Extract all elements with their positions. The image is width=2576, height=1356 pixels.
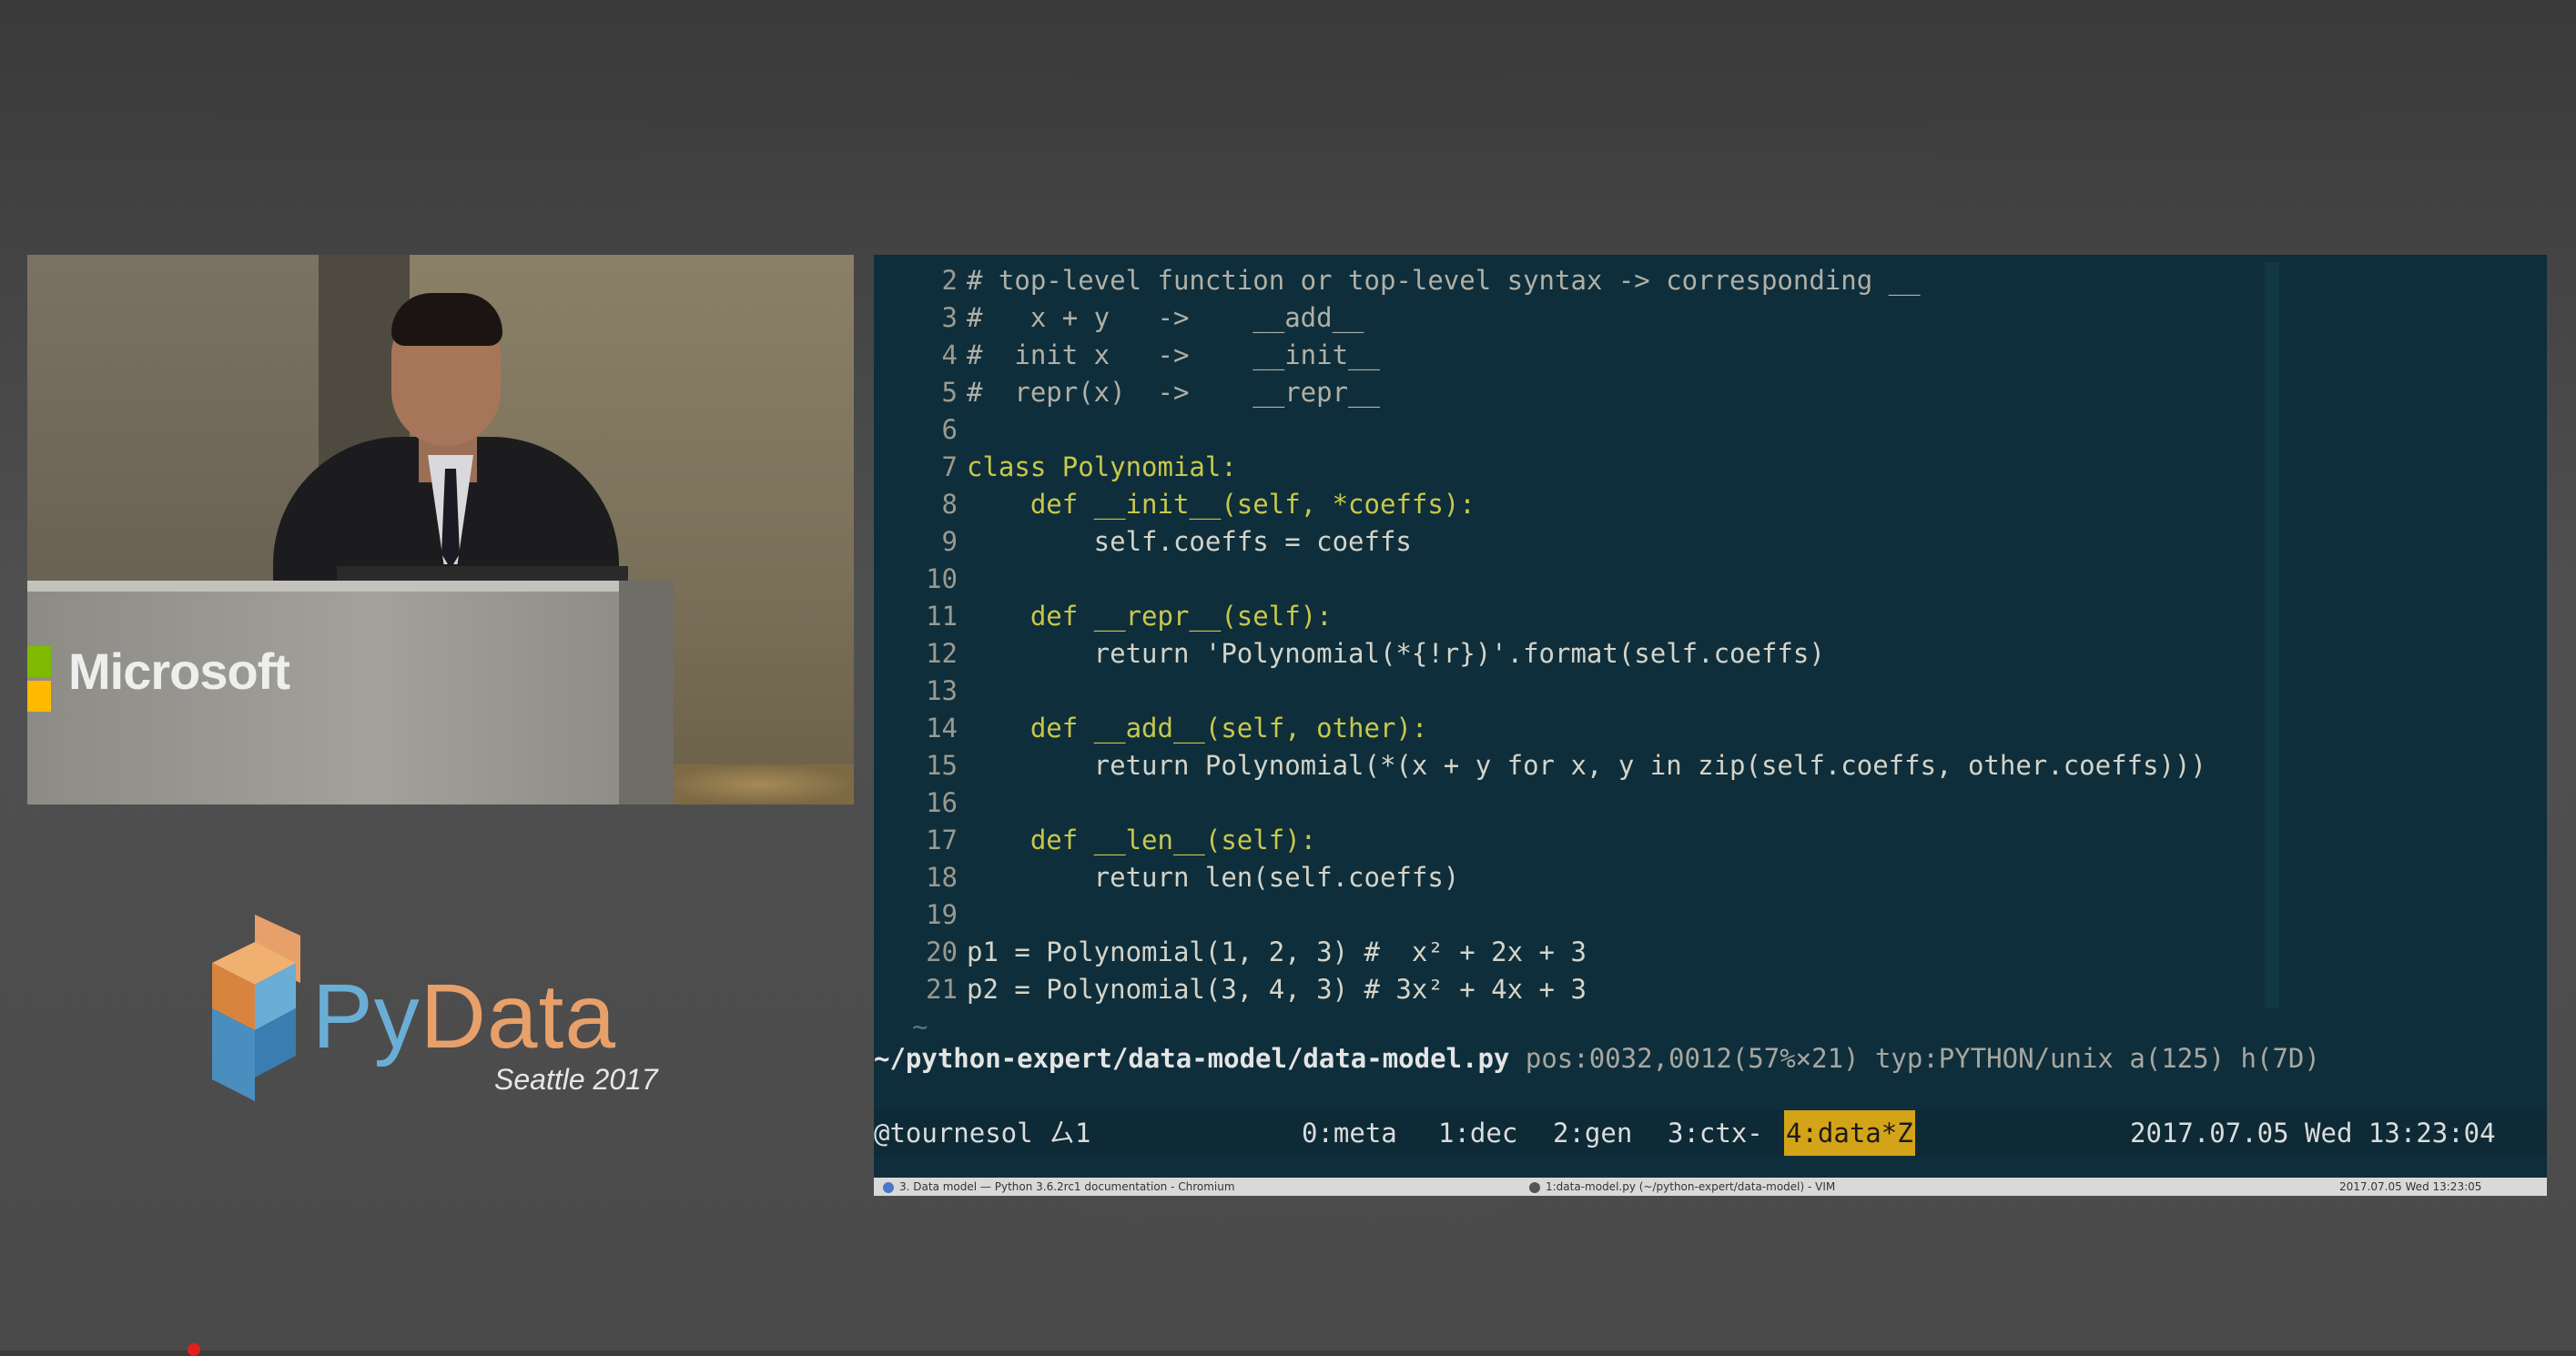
code-line[interactable]: 14 def __add__(self, other): [874, 710, 2547, 747]
code-line[interactable]: 11 def __repr__(self): [874, 598, 2547, 635]
code-text: def __init__(self, *coeffs): [967, 489, 1476, 520]
line-number: 6 [941, 414, 958, 445]
taskbar-item-vim[interactable]: 1:data-model.py (~/python-expert/data-mo… [1529, 1178, 1835, 1196]
pydata-cube-icon [212, 915, 300, 1101]
line-number: 7 [941, 451, 958, 482]
code-text: # init x -> __init__ [967, 339, 1380, 370]
code-text: # top-level function or top-level syntax… [967, 265, 1921, 296]
vim-statusline: ~/python-expert/data-model/data-model.py… [874, 1036, 2547, 1081]
code-text: class Polynomial: [967, 451, 1237, 482]
line-number: 18 [926, 862, 958, 893]
line-number: 4 [941, 339, 958, 370]
code-line[interactable]: 19 [874, 896, 2547, 934]
tmux-datetime: 2017.07.05 Wed 13:23:04 [2130, 1118, 2496, 1149]
tmux-session: @tournesol ㄙ1 [874, 1118, 1091, 1149]
line-number: 8 [941, 489, 958, 520]
code-line[interactable]: 15 return Polynomial(*(x + y for x, y in… [874, 747, 2547, 784]
code-line[interactable]: 7 class Polynomial: [874, 449, 2547, 486]
terminal-window[interactable]: 2 # top-level function or top-level synta… [874, 255, 2547, 1196]
podium-side [619, 581, 674, 804]
pydata-subtitle: Seattle 2017 [494, 1063, 658, 1096]
code-line[interactable]: 17 def __len__(self): [874, 822, 2547, 859]
code-line-cursor[interactable]: 12 return 'Polynomial(*{!r})'.format(sel… [874, 635, 2547, 673]
code-text: p2 = Polynomial(3, 4, 3) # 3x² + 4x + 3 [967, 974, 1587, 1005]
line-number: 12 [926, 638, 958, 669]
code-line[interactable]: 9 self.coeffs = coeffs [874, 523, 2547, 561]
code-line[interactable]: 21 p2 = Polynomial(3, 4, 3) # 3x² + 4x + … [874, 971, 2547, 1008]
line-number: 2 [941, 265, 958, 296]
code-line[interactable]: 2 # top-level function or top-level synta… [874, 262, 2547, 299]
line-number: 15 [926, 750, 958, 781]
microsoft-logo-icon [27, 646, 51, 712]
taskbar-chromium-label: 3. Data model — Python 3.6.2rc1 document… [899, 1180, 1235, 1193]
terminal-icon [1529, 1181, 1540, 1193]
code-line[interactable]: 13 [874, 673, 2547, 710]
line-number: 19 [926, 899, 958, 930]
line-number: 16 [926, 787, 958, 818]
lamp-glow [664, 764, 854, 804]
code-text: # repr(x) -> __repr__ [967, 377, 1380, 408]
desktop-taskbar: 3. Data model — Python 3.6.2rc1 document… [874, 1178, 2547, 1196]
code-text: return len(self.coeffs) [967, 862, 1460, 893]
code-text: p1 = Polynomial(1, 2, 3) # x² + 2x + 3 [967, 936, 1587, 967]
code-line[interactable]: 3 # x + y -> __add__ [874, 299, 2547, 337]
code-line[interactable]: 6 [874, 411, 2547, 449]
line-number: 11 [926, 601, 958, 632]
code-line[interactable]: 8 def __init__(self, *coeffs): [874, 486, 2547, 523]
progress-indicator-dot [188, 1343, 200, 1356]
tmux-status-bar: @tournesol ㄙ1 0:meta 1:dec 2:gen 3:ctx- … [874, 1110, 2547, 1156]
editor-scrollbar[interactable] [2265, 262, 2279, 1008]
taskbar-clock: 2017.07.05 Wed 13:23:05 [2339, 1180, 2482, 1193]
line-number: 3 [941, 302, 958, 333]
microsoft-logo-text: Microsoft [68, 643, 290, 700]
pydata-py: Py [312, 966, 421, 1068]
code-line[interactable]: 10 [874, 561, 2547, 598]
line-number: 17 [926, 825, 958, 855]
chromium-icon [883, 1181, 894, 1193]
code-text: # x + y -> __add__ [967, 302, 1364, 333]
line-number: 9 [941, 526, 958, 557]
tmux-window-2[interactable]: 2:gen [1553, 1110, 1632, 1156]
line-number: 5 [941, 377, 958, 408]
vim-editor[interactable]: 2 # top-level function or top-level synta… [874, 262, 2547, 1046]
code-line[interactable]: 20 p1 = Polynomial(1, 2, 3) # x² + 2x + 3 [874, 934, 2547, 971]
tmux-window-0[interactable]: 0:meta [1302, 1110, 1397, 1156]
code-text: return 'Polynomial(*{!r})'.format(self.c… [967, 638, 1825, 669]
code-line[interactable]: 5 # repr(x) -> __repr__ [874, 374, 2547, 411]
code-line[interactable]: 4 # init x -> __init__ [874, 337, 2547, 374]
taskbar-item-chromium[interactable]: 3. Data model — Python 3.6.2rc1 document… [883, 1178, 1235, 1196]
pydata-wordmark: PyData [312, 965, 616, 1069]
code-text: def __repr__(self): [967, 601, 1333, 632]
code-line[interactable]: 18 return len(self.coeffs) [874, 859, 2547, 896]
line-number: 13 [926, 675, 958, 706]
taskbar-vim-label: 1:data-model.py (~/python-expert/data-mo… [1546, 1180, 1836, 1193]
code-text: return Polynomial(*(x + y for x, y in zi… [967, 750, 2206, 781]
code-text: self.coeffs = coeffs [967, 526, 1412, 557]
line-number: 14 [926, 713, 958, 744]
pydata-data: Data [420, 966, 616, 1068]
file-path: ~/python-expert/data-model/data-model.py [874, 1043, 1510, 1074]
code-text: def __add__(self, other): [967, 713, 1428, 744]
line-number: 20 [926, 936, 958, 967]
tmux-window-4-active[interactable]: 4:data*Z [1784, 1110, 1915, 1156]
tmux-window-1[interactable]: 1:dec [1438, 1110, 1517, 1156]
laptop [337, 566, 628, 581]
code-text: def __len__(self): [967, 825, 1317, 855]
pydata-logo: PyData Seattle 2017 [205, 910, 715, 1119]
line-number: 10 [926, 563, 958, 594]
speaker-video: Microsoft [27, 255, 854, 804]
file-position-info: pos:0032,0012(57%×21) typ:PYTHON/unix a(… [1525, 1043, 2320, 1074]
line-number: 21 [926, 974, 958, 1005]
tmux-window-3[interactable]: 3:ctx- [1668, 1110, 1763, 1156]
speaker-hair [391, 293, 502, 346]
code-line[interactable]: 16 [874, 784, 2547, 822]
